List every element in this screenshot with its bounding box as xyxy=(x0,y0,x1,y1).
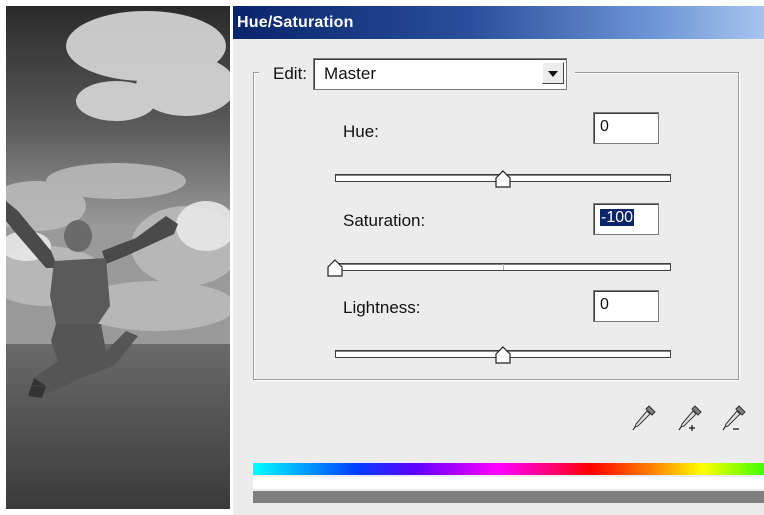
hue-saturation-dialog: Hue/Saturation Edit: Master Hue: 0 Satur… xyxy=(233,6,764,515)
adjustment-group xyxy=(253,72,739,380)
result-spectrum-bar xyxy=(253,491,764,503)
edit-row: Edit: Master xyxy=(259,58,576,90)
grayscale-photo xyxy=(6,6,230,509)
eyedropper-minus-icon[interactable] xyxy=(721,402,749,434)
lightness-input[interactable]: 0 xyxy=(593,290,659,322)
hue-slider-thumb[interactable] xyxy=(495,170,511,188)
hue-spectrum-bar xyxy=(253,463,764,475)
slider-center-tick xyxy=(503,264,504,270)
lightness-label: Lightness: xyxy=(343,298,421,317)
lightness-slider-thumb[interactable] xyxy=(495,346,511,364)
saturation-value: -100 xyxy=(600,209,635,226)
eyedropper-icon[interactable] xyxy=(631,402,659,434)
lightness-value: 0 xyxy=(600,296,609,313)
title-bar[interactable]: Hue/Saturation xyxy=(233,6,764,39)
edit-label: Edit: xyxy=(273,64,308,83)
hue-input[interactable]: 0 xyxy=(593,112,659,144)
hue-label: Hue: xyxy=(343,122,379,141)
eyedropper-plus-icon[interactable] xyxy=(677,402,705,434)
saturation-slider-thumb[interactable] xyxy=(327,259,343,277)
dialog-title: Hue/Saturation xyxy=(237,14,354,31)
edit-channel-select[interactable]: Master xyxy=(313,58,568,90)
saturation-label: Saturation: xyxy=(343,211,426,230)
edit-channel-value: Master xyxy=(324,64,376,83)
white-bar xyxy=(253,477,764,489)
chevron-down-icon[interactable] xyxy=(542,62,565,84)
saturation-slider-track[interactable] xyxy=(335,263,671,271)
saturation-input[interactable]: -100 xyxy=(593,203,659,235)
hue-value: 0 xyxy=(600,118,609,135)
